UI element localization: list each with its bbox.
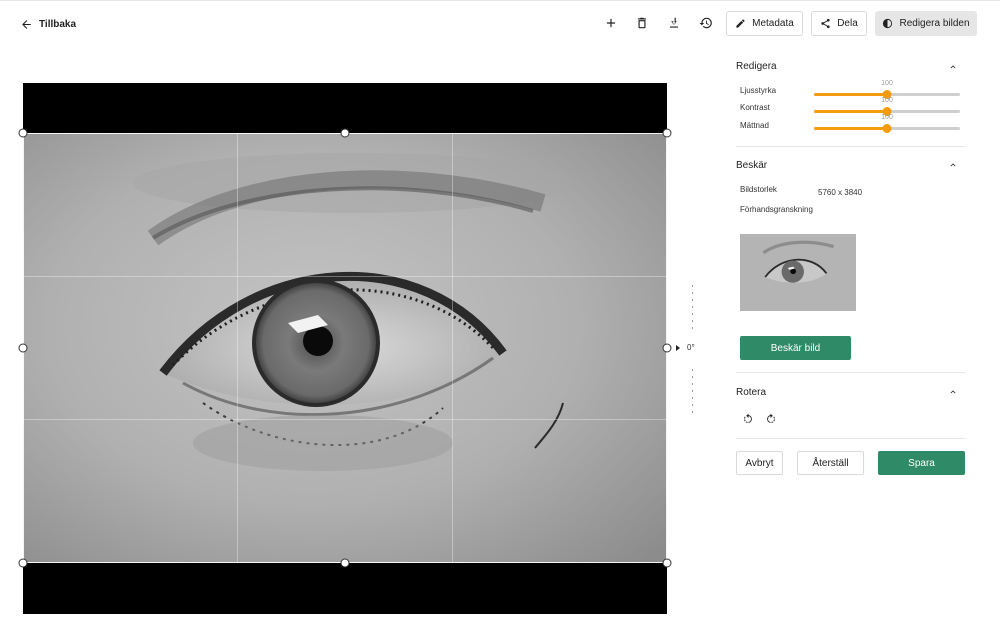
slider-fill <box>814 93 887 96</box>
save-button[interactable]: Spara <box>878 451 965 475</box>
slider-value-saturation: 100 <box>881 114 893 121</box>
trash-icon[interactable] <box>633 14 651 32</box>
slider-value-brightness: 100 <box>881 80 893 87</box>
contrast-icon <box>883 18 893 29</box>
crop-grid-line <box>23 276 667 277</box>
slider-label-contrast: Kontrast <box>740 103 770 112</box>
section-divider <box>736 438 966 439</box>
crop-preview-image <box>740 234 856 311</box>
arrow-left-icon <box>22 19 31 29</box>
edit-image-label: Redigera bilden <box>899 18 970 29</box>
rotate-left-icon[interactable] <box>742 413 754 425</box>
cancel-button[interactable]: Avbryt <box>736 451 783 475</box>
crop-grid-line <box>452 133 453 563</box>
section-divider <box>736 372 966 373</box>
contrast-slider[interactable] <box>814 107 960 116</box>
slider-label-brightness: Ljusstyrka <box>740 86 777 95</box>
section-divider <box>736 146 966 147</box>
rotation-indicator-icon <box>676 345 680 351</box>
edit-section-title: Redigera <box>736 61 777 72</box>
slider-fill <box>814 110 887 113</box>
chevron-up-icon[interactable] <box>948 160 958 170</box>
chevron-up-icon[interactable] <box>948 62 958 72</box>
crop-grid-line <box>237 133 238 563</box>
top-border <box>0 0 1000 1</box>
crop-handle-top-left[interactable] <box>18 128 28 138</box>
chevron-up-icon[interactable] <box>948 387 958 397</box>
crop-section-title: Beskär <box>736 160 768 171</box>
brightness-slider[interactable] <box>814 90 960 99</box>
crop-grid-line <box>23 419 667 420</box>
download-icon[interactable] <box>665 14 683 32</box>
crop-handle-bottom-left[interactable] <box>18 558 28 568</box>
back-label: Tillbaka <box>39 18 77 30</box>
eye-photo[interactable] <box>23 133 667 563</box>
rotation-value: 0° <box>687 343 695 352</box>
slider-fill <box>814 127 887 130</box>
edit-image-button[interactable]: Redigera bilden <box>875 11 977 36</box>
crop-handle-bottom[interactable] <box>340 558 350 568</box>
slider-label-saturation: Mättnad <box>740 121 769 130</box>
crop-handle-right[interactable] <box>662 343 672 353</box>
back-button[interactable]: Tillbaka <box>20 14 76 34</box>
metadata-button[interactable]: Metadata <box>726 11 803 36</box>
crop-handle-bottom-right[interactable] <box>662 558 672 568</box>
share-button[interactable]: Dela <box>811 11 867 36</box>
share-label: Dela <box>837 18 858 29</box>
crop-handle-top[interactable] <box>340 128 350 138</box>
preview-label: Förhandsgranskning <box>740 205 813 214</box>
metadata-label: Metadata <box>752 18 794 29</box>
crop-image-button[interactable]: Beskär bild <box>740 336 851 360</box>
image-size-value: 5760 x 3840 <box>818 188 863 197</box>
reset-button[interactable]: Återställ <box>797 451 864 475</box>
rotate-section-title: Rotera <box>736 387 767 398</box>
slider-thumb[interactable] <box>882 124 892 133</box>
share-icon <box>821 18 830 29</box>
history-icon[interactable] <box>697 14 715 32</box>
image-size-label: Bildstorlek <box>740 185 777 194</box>
saturation-slider[interactable] <box>814 124 960 133</box>
crop-handle-top-right[interactable] <box>662 128 672 138</box>
crop-handle-left[interactable] <box>18 343 28 353</box>
rotate-right-icon[interactable] <box>765 413 777 425</box>
slider-value-contrast: 100 <box>881 97 893 104</box>
add-icon[interactable] <box>602 14 620 32</box>
pencil-icon <box>736 19 745 28</box>
